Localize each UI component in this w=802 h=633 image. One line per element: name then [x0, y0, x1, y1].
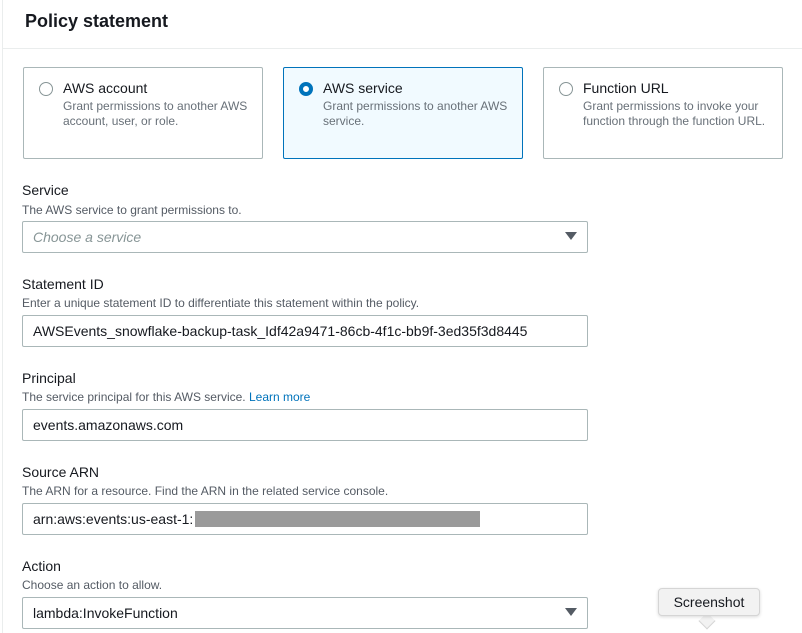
- caret-down-icon: [565, 232, 577, 240]
- service-label: Service: [22, 182, 69, 198]
- statement-id-input[interactable]: AWSEvents_snowflake-backup-task_Idf42a94…: [22, 315, 588, 347]
- radio-function-url[interactable]: [559, 82, 573, 96]
- source-arn-label: Source ARN: [22, 464, 100, 480]
- action-value: lambda:InvokeFunction: [33, 605, 178, 621]
- tile-description: Grant permissions to another AWS account…: [63, 99, 248, 128]
- principal-description-text: The service principal for this AWS servi…: [22, 390, 246, 404]
- tile-description: Grant permissions to invoke your functio…: [583, 99, 766, 128]
- principal-description: The service principal for this AWS servi…: [22, 390, 310, 404]
- statement-id-description: Enter a unique statement ID to different…: [22, 296, 420, 310]
- principal-value: events.amazonaws.com: [33, 417, 184, 433]
- page-title: Policy statement: [25, 11, 169, 31]
- radio-aws-service[interactable]: [299, 82, 313, 96]
- principal-input[interactable]: events.amazonaws.com: [22, 409, 588, 441]
- action-description: Choose an action to allow.: [22, 578, 163, 592]
- action-label: Action: [22, 558, 61, 574]
- service-select[interactable]: Choose a service: [22, 221, 588, 253]
- source-arn-value: arn:aws:events:us-east-1:: [33, 511, 194, 527]
- tile-title: AWS account: [63, 80, 148, 96]
- tile-title: AWS service: [323, 80, 403, 96]
- header-divider: [3, 48, 802, 49]
- radio-aws-account[interactable]: [39, 82, 53, 96]
- action-select[interactable]: lambda:InvokeFunction: [22, 597, 588, 629]
- tile-function-url[interactable]: Function URL Grant permissions to invoke…: [543, 67, 783, 159]
- redacted-block: [195, 511, 481, 527]
- source-arn-description: The ARN for a resource. Find the ARN in …: [22, 484, 389, 498]
- service-placeholder: Choose a service: [33, 229, 142, 245]
- learn-more-link[interactable]: Learn more: [249, 390, 310, 404]
- tile-description: Grant permissions to another AWS service…: [323, 99, 508, 128]
- tile-title: Function URL: [583, 80, 669, 96]
- tile-aws-service[interactable]: AWS service Grant permissions to another…: [283, 67, 523, 159]
- statement-id-value: AWSEvents_snowflake-backup-task_Idf42a94…: [33, 323, 528, 339]
- principal-label: Principal: [22, 370, 76, 386]
- screenshot-tooltip: Screenshot: [658, 588, 760, 616]
- service-description: The AWS service to grant permissions to.: [22, 203, 242, 217]
- caret-down-icon: [565, 608, 577, 616]
- tile-aws-account[interactable]: AWS account Grant permissions to another…: [23, 67, 263, 159]
- statement-id-label: Statement ID: [22, 276, 104, 292]
- source-arn-input[interactable]: arn:aws:events:us-east-1:: [22, 503, 588, 535]
